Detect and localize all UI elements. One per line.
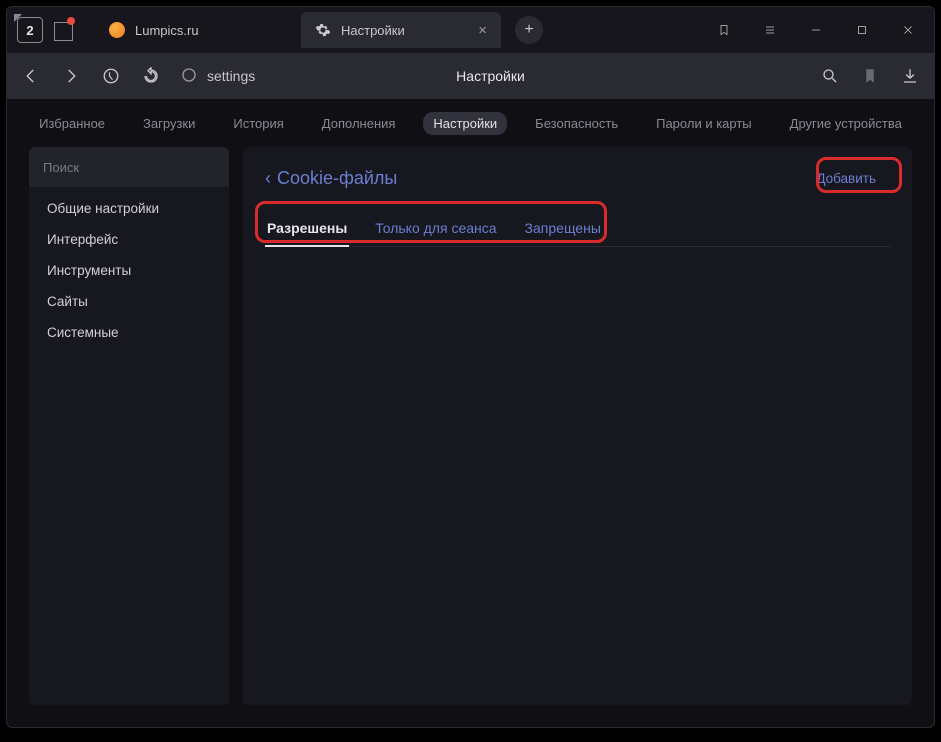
sidebar-item-general[interactable]: Общие настройки [47, 201, 211, 216]
content-area: Поиск Общие настройки Интерфейс Инструме… [7, 147, 934, 727]
topnav-security[interactable]: Безопасность [525, 112, 628, 135]
tab-title: Lumpics.ru [135, 23, 199, 38]
sidebar-item-system[interactable]: Системные [47, 325, 211, 340]
breadcrumb-back[interactable]: ‹ Cookie-файлы [265, 168, 397, 189]
favicon-lumpics-icon [109, 22, 125, 38]
tab-settings[interactable]: Настройки × [301, 12, 501, 48]
chevron-left-icon: ‹ [265, 168, 271, 189]
minimize-button[interactable] [796, 15, 836, 45]
topnav-history[interactable]: История [223, 112, 293, 135]
address-text: settings [207, 68, 255, 84]
tab-overview-icon[interactable] [51, 19, 73, 41]
close-button[interactable] [888, 15, 928, 45]
page-label: Настройки [456, 68, 525, 84]
topnav-settings[interactable]: Настройки [423, 112, 507, 135]
sidebar-item-interface[interactable]: Интерфейс [47, 232, 211, 247]
yandex-logo-icon[interactable] [101, 66, 121, 86]
reload-button[interactable] [141, 66, 161, 86]
topnav-downloads[interactable]: Загрузки [133, 112, 205, 135]
close-icon[interactable]: × [478, 22, 487, 39]
settings-sidebar: Поиск Общие настройки Интерфейс Инструме… [29, 147, 229, 705]
cookie-subtabs: Разрешены Только для сеанса Запрещены [265, 214, 890, 247]
bookmark-page-icon[interactable] [860, 66, 880, 86]
back-button[interactable] [21, 66, 41, 86]
topnav-favorites[interactable]: Избранное [29, 112, 115, 135]
subtab-session[interactable]: Только для сеанса [373, 214, 498, 246]
topnav-passwords[interactable]: Пароли и карты [646, 112, 762, 135]
subtab-allowed[interactable]: Разрешены [265, 214, 349, 246]
topnav-devices[interactable]: Другие устройства [780, 112, 912, 135]
address-bar: settings Настройки [7, 53, 934, 99]
maximize-button[interactable] [842, 15, 882, 45]
address-field[interactable]: settings Настройки [181, 67, 800, 86]
search-placeholder: Поиск [43, 160, 79, 175]
sidebar-item-tools[interactable]: Инструменты [47, 263, 211, 278]
tab-counter[interactable]: 2 [17, 17, 43, 43]
browser-window: 2 Lumpics.ru Настройки × + [6, 6, 935, 728]
site-info-icon[interactable] [181, 67, 197, 86]
downloads-icon[interactable] [900, 66, 920, 86]
add-button[interactable]: Добавить [802, 165, 890, 192]
subtab-blocked[interactable]: Запрещены [523, 214, 603, 246]
tab-title: Настройки [341, 23, 405, 38]
forward-button[interactable] [61, 66, 81, 86]
topnav-addons[interactable]: Дополнения [312, 112, 406, 135]
settings-topnav: Избранное Загрузки История Дополнения На… [7, 99, 934, 147]
tab-lumpics[interactable]: Lumpics.ru [95, 12, 295, 48]
search-icon[interactable] [820, 66, 840, 86]
bookmark-icon[interactable] [704, 15, 744, 45]
titlebar: 2 Lumpics.ru Настройки × + [7, 7, 934, 53]
settings-main: ‹ Cookie-файлы Добавить Разрешены Только… [243, 147, 912, 705]
sidebar-item-sites[interactable]: Сайты [47, 294, 211, 309]
menu-icon[interactable] [750, 15, 790, 45]
gear-icon [315, 22, 331, 38]
new-tab-button[interactable]: + [515, 16, 543, 44]
sidebar-search[interactable]: Поиск [29, 147, 229, 187]
page-title: Cookie-файлы [277, 168, 397, 189]
